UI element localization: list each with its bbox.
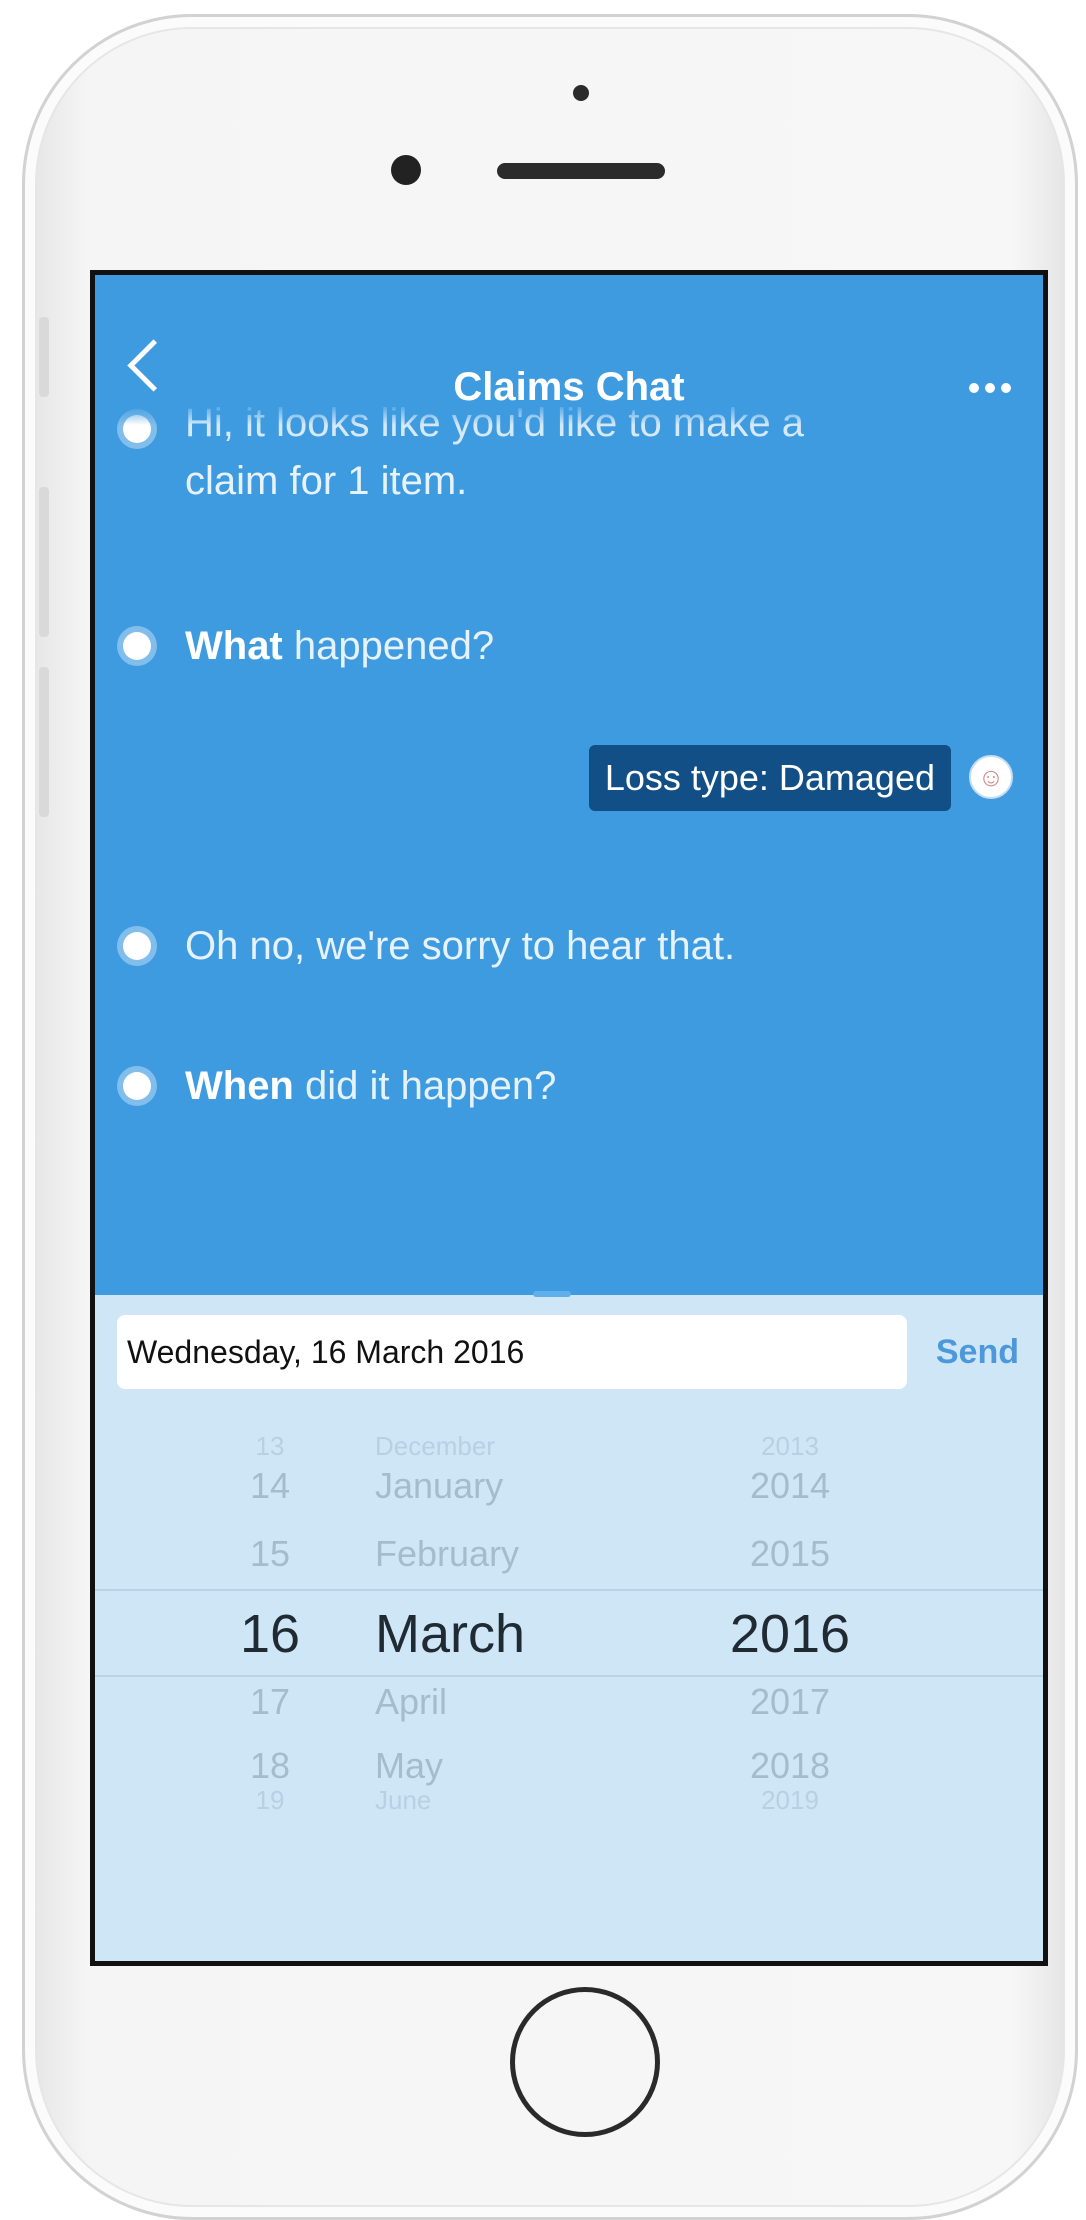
bot-avatar-icon (123, 632, 151, 660)
bot-avatar-icon (123, 1072, 151, 1100)
proximity-sensor (573, 85, 589, 101)
message-text: claim for 1 item. (185, 459, 468, 503)
month-option[interactable]: December (375, 1431, 655, 1462)
front-camera (391, 155, 421, 185)
day-option[interactable]: 19 (225, 1785, 315, 1816)
bot-message: What happened? (123, 620, 1003, 672)
month-option[interactable]: May (375, 1745, 655, 1787)
volume-up-button (39, 487, 49, 637)
year-option[interactable]: 2017 (715, 1681, 865, 1723)
date-picker[interactable]: 13 14 15 16 17 18 19 December January February Ma… (95, 1431, 1043, 1915)
bot-avatar-icon (123, 932, 151, 960)
day-option[interactable]: 14 (225, 1465, 315, 1507)
date-input-panel: Wednesday, 16 March 2016 Send 13 14 15 16 17… (95, 1295, 1043, 1961)
year-selected[interactable]: 2016 (715, 1603, 865, 1665)
message-rest: did it happen? (293, 1064, 557, 1108)
home-button[interactable] (510, 1987, 660, 2137)
bot-message: When did it happen? (123, 1060, 1003, 1112)
message-rest: happened? (282, 624, 495, 668)
day-option[interactable]: 13 (225, 1431, 315, 1462)
month-option[interactable]: June (375, 1785, 655, 1816)
year-option[interactable]: 2015 (715, 1533, 865, 1575)
volume-down-button (39, 667, 49, 817)
send-button[interactable]: Send (936, 1333, 1019, 1372)
year-option[interactable]: 2019 (715, 1785, 865, 1816)
mute-switch (39, 317, 49, 397)
nav-bar: Claims Chat (95, 275, 1043, 425)
year-option[interactable]: 2013 (715, 1431, 865, 1462)
message-bold: What (185, 624, 283, 668)
month-option[interactable]: April (375, 1681, 655, 1723)
scroll-indicator (533, 1291, 571, 1297)
bot-message: Hi, it looks like you'd like to make a c… (123, 401, 1003, 529)
page-title: Claims Chat (453, 365, 685, 409)
user-avatar-icon: ☺ (969, 755, 1013, 799)
message-text: When did it happen? (185, 1060, 1003, 1112)
chat-area[interactable]: Claims Chat Hi, it looks like you'd like… (95, 275, 1043, 1295)
year-option[interactable]: 2018 (715, 1745, 865, 1787)
year-option[interactable]: 2014 (715, 1465, 865, 1507)
day-selected[interactable]: 16 (225, 1603, 315, 1665)
phone-screen: Claims Chat Hi, it looks like you'd like… (90, 270, 1048, 1966)
month-option[interactable]: February (375, 1533, 655, 1575)
more-options-icon[interactable] (969, 383, 1011, 393)
user-reply-bubble[interactable]: Loss type: Damaged (588, 745, 951, 811)
earpiece-speaker (497, 163, 665, 179)
message-text: Oh no, we're sorry to hear that. (185, 924, 736, 968)
day-option[interactable]: 18 (225, 1745, 315, 1787)
month-selected[interactable]: March (375, 1603, 655, 1665)
message-text: What happened? (185, 620, 1003, 672)
date-input-field[interactable]: Wednesday, 16 March 2016 (117, 1315, 907, 1389)
day-option[interactable]: 17 (225, 1681, 315, 1723)
day-option[interactable]: 15 (225, 1533, 315, 1575)
month-option[interactable]: January (375, 1465, 655, 1507)
bot-message: Oh no, we're sorry to hear that. (123, 920, 1003, 972)
message-bold: When (185, 1064, 294, 1108)
